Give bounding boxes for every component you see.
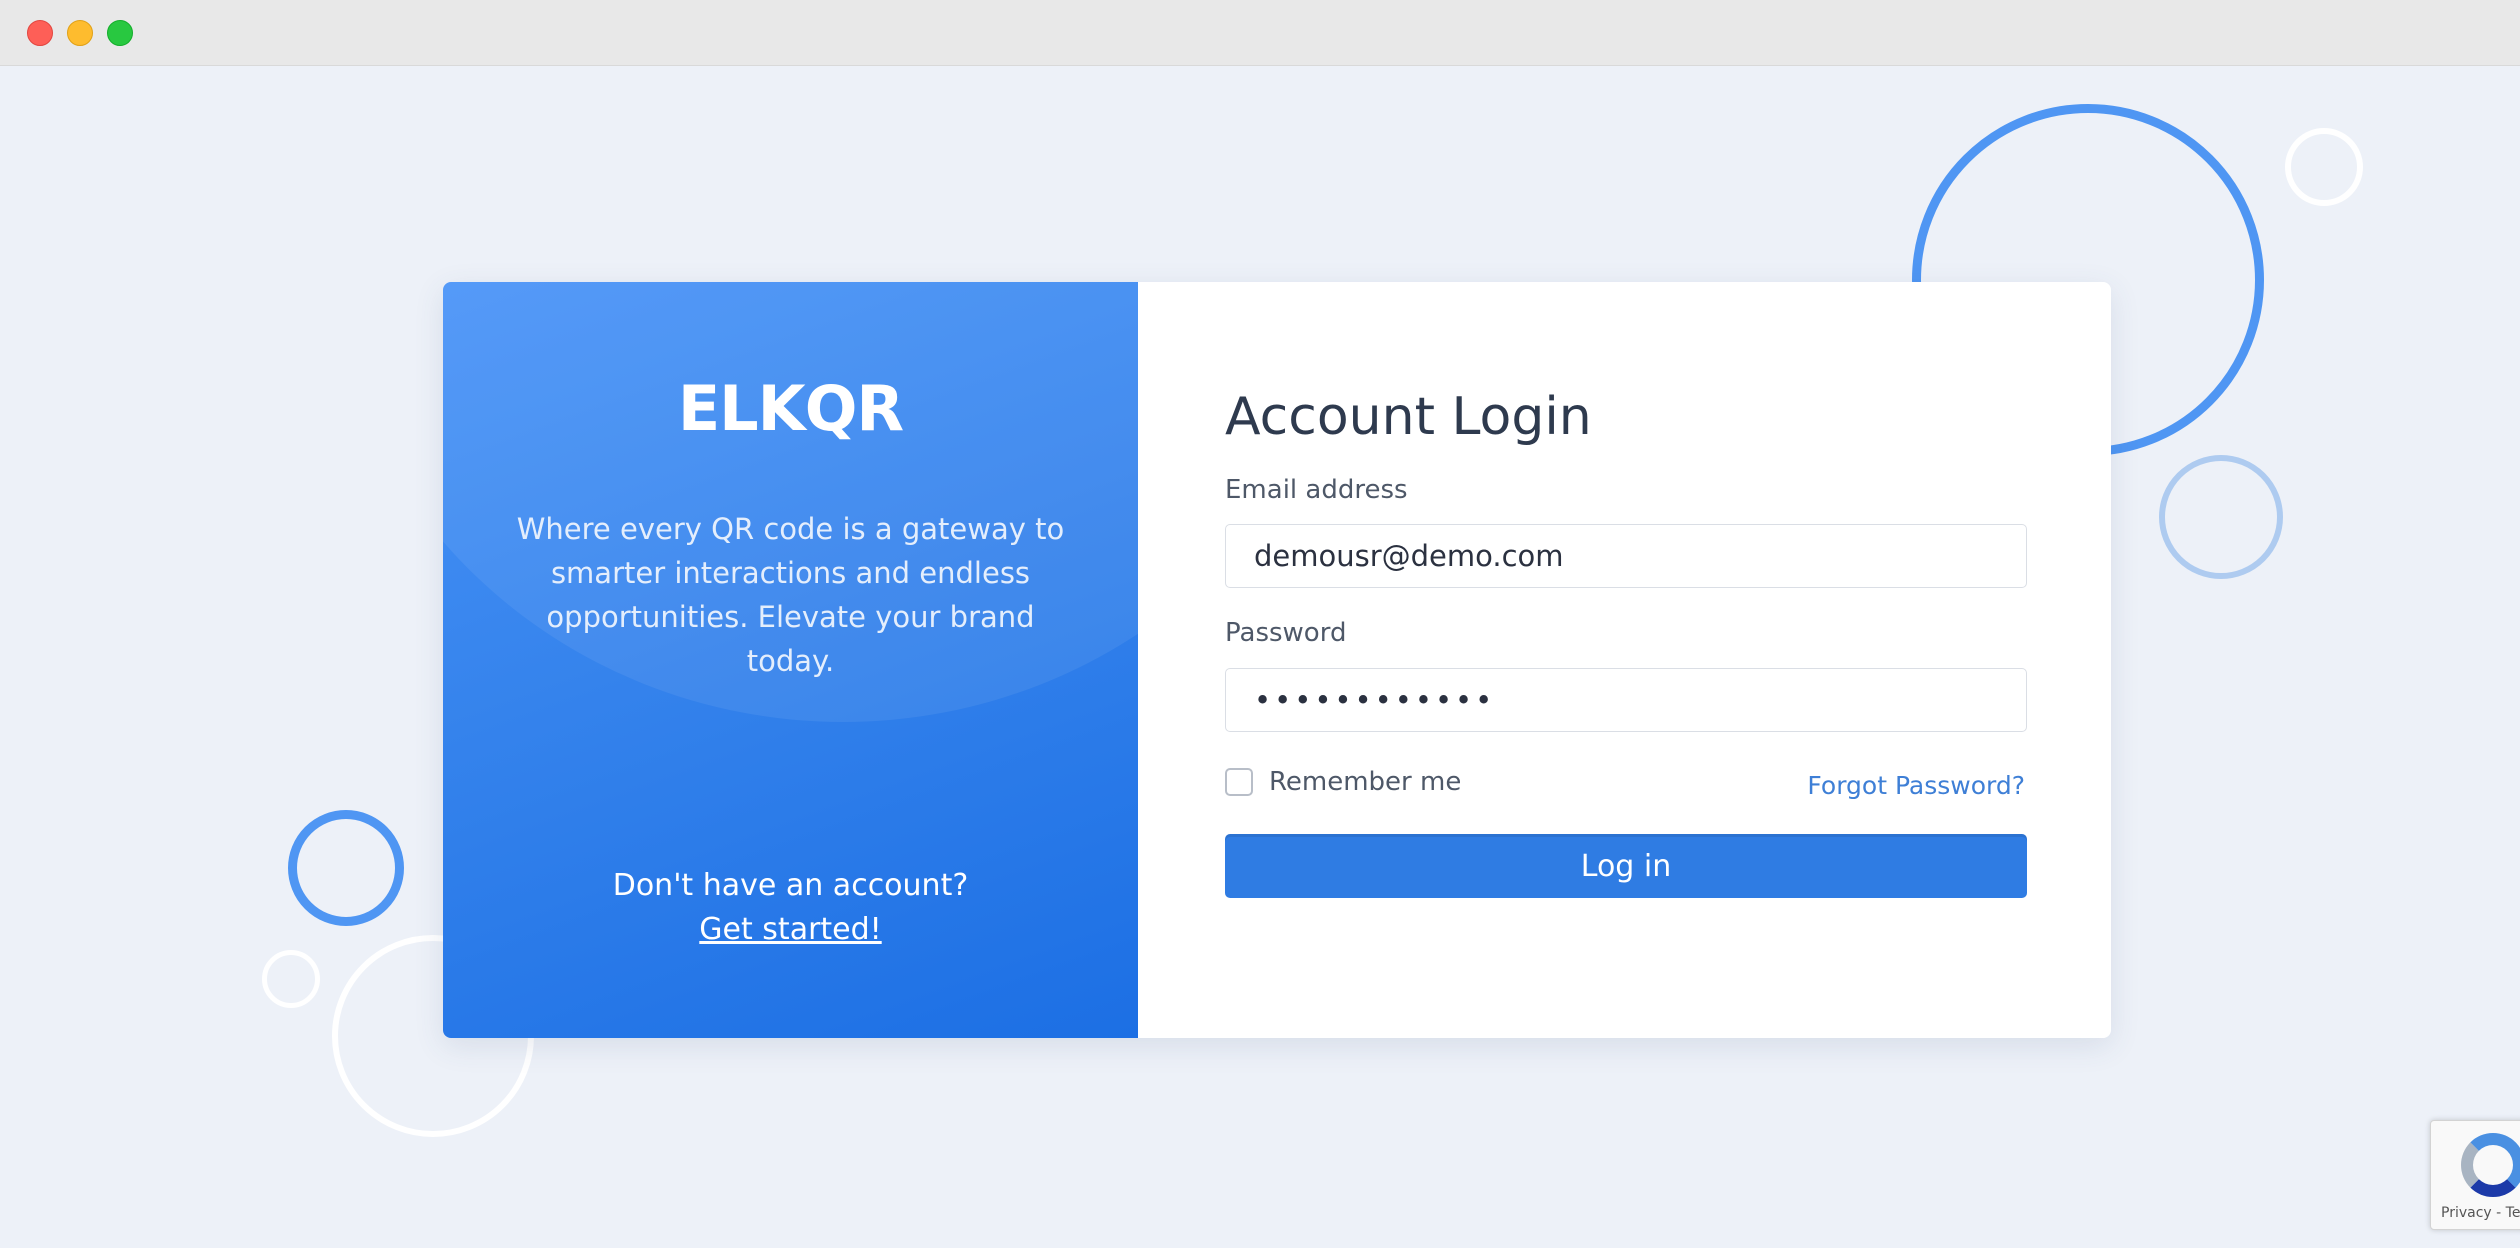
email-field[interactable]	[1225, 524, 2027, 588]
remember-me-row: Remember me	[1225, 767, 1461, 797]
decorative-circle-small-white	[2285, 128, 2363, 206]
brand-logo-text: ELKQR	[677, 372, 904, 445]
login-form-panel: Account Login Email address Password Rem…	[1138, 282, 2111, 1038]
signup-section: Don't have an account? Get started!	[443, 864, 1138, 952]
browser-window: ELKQR Where every QR code is a gateway t…	[0, 0, 2520, 1248]
recaptcha-footer-text: Privacy - Te	[2441, 1205, 2520, 1221]
remember-me-checkbox[interactable]	[1225, 768, 1253, 796]
maximize-window-icon[interactable]	[107, 20, 133, 46]
decorative-circle-white-small-left	[262, 950, 320, 1008]
minimize-window-icon[interactable]	[67, 20, 93, 46]
recaptcha-icon	[2461, 1133, 2520, 1197]
decorative-circle-light-blue	[2159, 455, 2283, 579]
brand-panel: ELKQR Where every QR code is a gateway t…	[443, 282, 1138, 1038]
window-titlebar	[0, 0, 2520, 66]
forgot-password-link[interactable]: Forgot Password?	[1807, 771, 2025, 800]
signup-prompt: Don't have an account?	[612, 868, 969, 903]
close-window-icon[interactable]	[27, 20, 53, 46]
password-label: Password	[1225, 618, 1347, 648]
login-card: ELKQR Where every QR code is a gateway t…	[443, 282, 2111, 1038]
decorative-circle-blue-left	[288, 810, 404, 926]
email-label: Email address	[1225, 475, 1408, 505]
brand-tagline: Where every QR code is a gateway to smar…	[516, 512, 1065, 678]
password-field[interactable]	[1225, 668, 2027, 732]
page-title: Account Login	[1225, 387, 1592, 447]
get-started-link[interactable]: Get started!	[443, 908, 1138, 952]
login-button[interactable]: Log in	[1225, 834, 2027, 898]
remember-me-label[interactable]: Remember me	[1269, 767, 1461, 797]
recaptcha-badge[interactable]: Privacy - Te	[2430, 1120, 2520, 1230]
